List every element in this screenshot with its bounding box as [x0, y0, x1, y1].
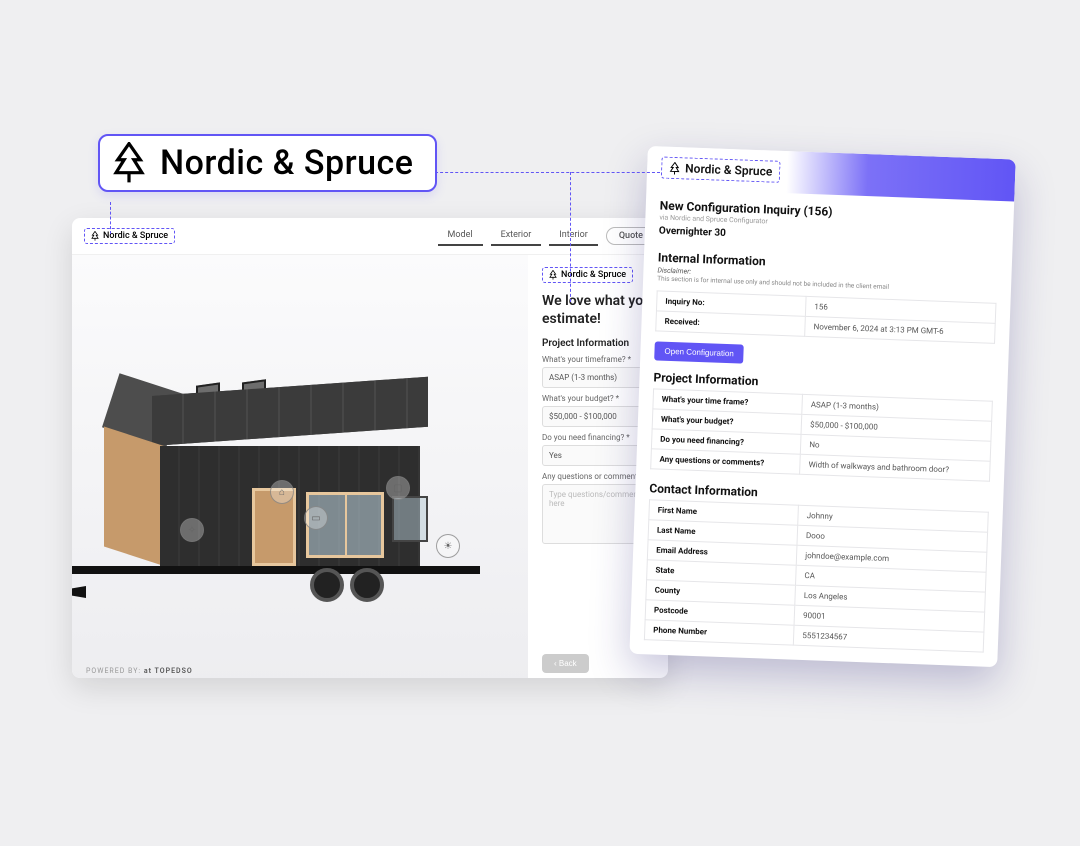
timeframe-label: What's your timeframe? * — [542, 355, 654, 364]
connector-line — [430, 172, 660, 173]
tab-model[interactable]: Model — [438, 226, 483, 246]
form-brand-chip: Nordic & Spruce — [542, 267, 633, 283]
tree-icon — [112, 142, 146, 184]
tree-icon — [669, 161, 680, 174]
powered-by: POWERED BY: at TOPEDSO — [86, 667, 193, 675]
tab-interior[interactable]: Interior — [549, 226, 598, 246]
configurator-brand-chip: Nordic & Spruce — [84, 228, 175, 244]
hotspot-icon[interactable]: ⌂ — [270, 480, 294, 504]
hotspot-icon[interactable]: ▢ — [386, 476, 410, 500]
connector-line — [110, 202, 111, 234]
back-button[interactable]: ‹ Back — [542, 654, 589, 673]
3d-viewport[interactable]: ✧ ⌂ ▭ ▢ ☀ POWERED BY: at TOPEDSO — [72, 255, 528, 678]
configurator-window: Nordic & Spruce Model Exterior Interior … — [72, 218, 668, 678]
connector-line — [570, 172, 571, 302]
form-title: We love what you estimate! — [542, 293, 654, 328]
form-section-header: Project Information — [542, 338, 654, 349]
tab-exterior[interactable]: Exterior — [491, 226, 542, 246]
brand-name: Nordic & Spruce — [160, 143, 413, 183]
internal-info-table: Inquiry No:156 Received:November 6, 2024… — [655, 290, 996, 343]
inquiry-brand-chip: Nordic & Spruce — [661, 157, 781, 183]
project-info-table: What's your time frame?ASAP (1-3 months)… — [650, 388, 993, 481]
inquiry-card: Nordic & Spruce New Configuration Inquir… — [629, 146, 1015, 667]
budget-label: What's your budget? * — [542, 394, 654, 403]
hotspot-icon[interactable]: ☀ — [436, 534, 460, 558]
hotspot-icon[interactable]: ▭ — [304, 506, 328, 530]
tiny-house-render: ✧ ⌂ ▭ ▢ ☀ — [140, 350, 450, 620]
configurator-tabs: Model Exterior Interior Quote — [438, 226, 656, 246]
configurator-header: Nordic & Spruce Model Exterior Interior … — [72, 218, 668, 255]
open-configuration-button[interactable]: Open Configuration — [654, 341, 744, 363]
contact-info-table: First NameJohnny Last NameDooo Email Add… — [644, 499, 989, 652]
brand-label: Nordic & Spruce — [103, 231, 168, 241]
tree-icon — [91, 231, 99, 241]
timeframe-select[interactable]: ASAP (1-3 months) — [542, 367, 654, 388]
tree-icon — [549, 270, 557, 280]
hotspot-icon[interactable]: ✧ — [180, 518, 204, 542]
brand-callout: Nordic & Spruce — [98, 134, 437, 192]
